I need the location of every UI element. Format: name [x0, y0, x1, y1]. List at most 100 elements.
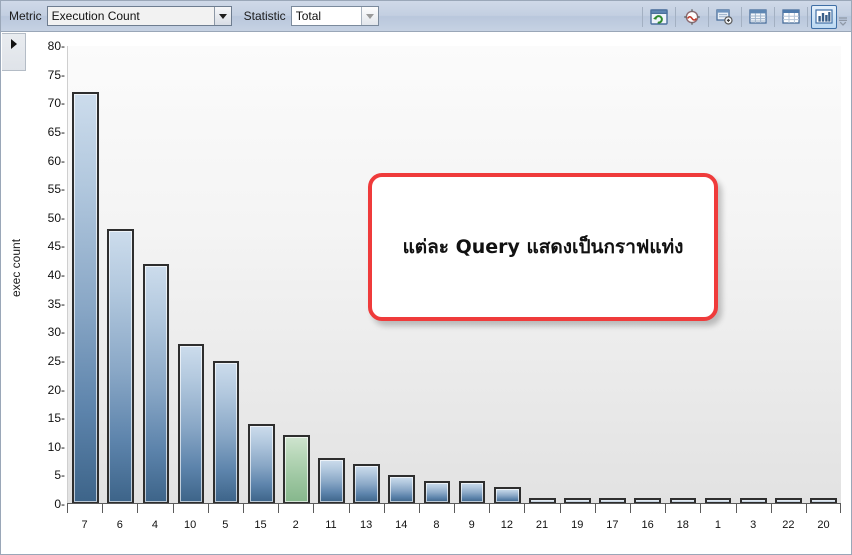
bar-slot[interactable] — [771, 46, 806, 504]
x-axis-tick-label: 17 — [606, 519, 619, 531]
x-axis-tick: 15 — [242, 504, 278, 532]
metric-select[interactable]: Execution Count — [46, 6, 232, 26]
toolbar-view-buttons — [639, 3, 849, 30]
bar[interactable] — [247, 423, 275, 504]
metric-select-dropdown-button[interactable] — [213, 7, 231, 25]
x-axis-tick-label: 11 — [325, 519, 337, 531]
chart-canvas: exec count 80- 75- 70- 65- 60- 55- 50- 45- 40- 35… — [1, 32, 851, 554]
bar-slot[interactable] — [173, 46, 208, 504]
bar[interactable] — [493, 486, 521, 504]
bar-chart-view-button[interactable] — [811, 4, 837, 29]
x-axis-tick-label: 5 — [222, 519, 229, 531]
bar-slot[interactable] — [138, 46, 173, 504]
annotation-callout-text: แต่ละ Query แสดงเป็นกราฟแท่ง — [402, 235, 684, 258]
x-axis-tick: 3 — [735, 504, 771, 532]
y-axis-tick-label: 20- — [47, 382, 65, 397]
annotation-callout: แต่ละ Query แสดงเป็นกราฟแท่ง — [368, 173, 718, 321]
x-axis-tick: 4 — [137, 504, 172, 532]
x-axis-tick-label: 18 — [676, 519, 689, 531]
x-axis-tick-label: 9 — [468, 519, 475, 531]
x-axis-tick-label: 16 — [641, 519, 654, 531]
grid-view-icon — [749, 9, 767, 24]
bar[interactable] — [318, 458, 345, 504]
y-axis-tick-label: 35- — [47, 296, 65, 311]
bar[interactable] — [353, 463, 381, 504]
y-axis-title: exec count — [9, 238, 23, 297]
x-axis-tick-label: 19 — [571, 519, 584, 531]
grid-view-button[interactable] — [745, 5, 771, 29]
x-axis-tick-label: 2 — [292, 519, 299, 531]
chevron-right-icon — [10, 39, 17, 49]
metric-select-value: Execution Count — [47, 7, 214, 25]
y-axis-tick-label: 10- — [47, 439, 65, 454]
x-axis-tick: 2 — [278, 504, 313, 532]
y-axis-tick-label: 80- — [47, 39, 65, 53]
bar[interactable] — [423, 481, 451, 504]
x-axis-tick-label: 7 — [81, 519, 88, 531]
y-axis-tick-label: 5- — [54, 468, 65, 483]
bar-slot[interactable] — [244, 46, 279, 504]
export-grid-icon — [716, 8, 733, 25]
statistic-select[interactable]: Total — [290, 6, 379, 26]
metric-label: Metric — [9, 9, 42, 23]
chevron-down-icon — [365, 13, 374, 19]
x-axis-tick: 1 — [700, 504, 735, 532]
bar-chart-view-icon — [815, 9, 833, 24]
export-grid-button[interactable] — [712, 5, 738, 29]
x-axis-tick: 7 — [67, 504, 102, 532]
bar-slot[interactable] — [736, 46, 771, 504]
x-axis-tick: 16 — [630, 504, 665, 532]
chart-toolbar: Metric Execution Count Statistic Total — [1, 1, 851, 32]
y-axis-tick-label: 75- — [47, 67, 65, 82]
x-axis-tick-label: 20 — [817, 519, 830, 531]
toolbar-divider — [708, 6, 709, 27]
statistic-select-dropdown-button[interactable] — [360, 7, 378, 25]
toolbar-divider — [675, 6, 676, 27]
bar-slot[interactable] — [314, 46, 349, 504]
x-axis-tick: 11 — [313, 504, 348, 532]
bar-slot[interactable] — [103, 46, 138, 504]
table-view-button[interactable] — [778, 5, 804, 29]
bar-highlighted[interactable] — [283, 435, 310, 504]
bar[interactable] — [458, 481, 486, 504]
toolbar-divider — [774, 6, 775, 27]
bar-slot[interactable] — [806, 46, 841, 504]
y-axis-tick-label: 55- — [47, 182, 65, 197]
target-compass-button[interactable] — [679, 5, 705, 29]
statistic-label: Statistic — [243, 9, 286, 23]
bar[interactable] — [212, 360, 240, 504]
bar-slot[interactable] — [68, 46, 103, 504]
bar-slot[interactable] — [209, 46, 244, 504]
target-compass-icon — [684, 8, 700, 25]
bar[interactable] — [107, 229, 135, 504]
toolbar-divider — [741, 6, 742, 27]
x-axis-tick: 14 — [383, 504, 419, 532]
y-axis-tick-label: 60- — [47, 153, 65, 168]
bar[interactable] — [142, 263, 170, 504]
bar-slot[interactable] — [279, 46, 314, 504]
x-axis-tick-label: 6 — [116, 519, 123, 531]
y-axis-tick-label: 50- — [47, 210, 65, 225]
x-axis-tick: 18 — [665, 504, 700, 532]
x-axis-tick: 19 — [559, 504, 595, 532]
x-axis-tick-label: 21 — [535, 519, 549, 531]
x-axis-tick-label: 1 — [714, 519, 722, 531]
toolbar-overflow-button[interactable] — [837, 5, 849, 29]
x-axis-tick: 6 — [102, 504, 137, 532]
x-axis-tick: 8 — [418, 504, 454, 532]
bar[interactable] — [388, 475, 416, 504]
refresh-window-icon — [650, 8, 668, 25]
x-axis-tick-label: 15 — [254, 519, 267, 531]
expand-panel-button[interactable] — [2, 33, 26, 71]
bar[interactable] — [177, 343, 205, 504]
x-axis-tick: 20 — [805, 504, 842, 532]
toolbar-divider — [642, 6, 643, 27]
y-axis-tick-label: 30- — [47, 325, 65, 340]
y-axis-tick-label: 65- — [47, 124, 65, 139]
x-axis-tick: 9 — [454, 504, 489, 532]
refresh-window-button[interactable] — [646, 5, 672, 29]
bar[interactable] — [72, 91, 99, 504]
x-axis-tick: 5 — [207, 504, 243, 532]
x-axis-tick-mark — [840, 504, 842, 513]
toolbar-divider — [807, 6, 808, 27]
